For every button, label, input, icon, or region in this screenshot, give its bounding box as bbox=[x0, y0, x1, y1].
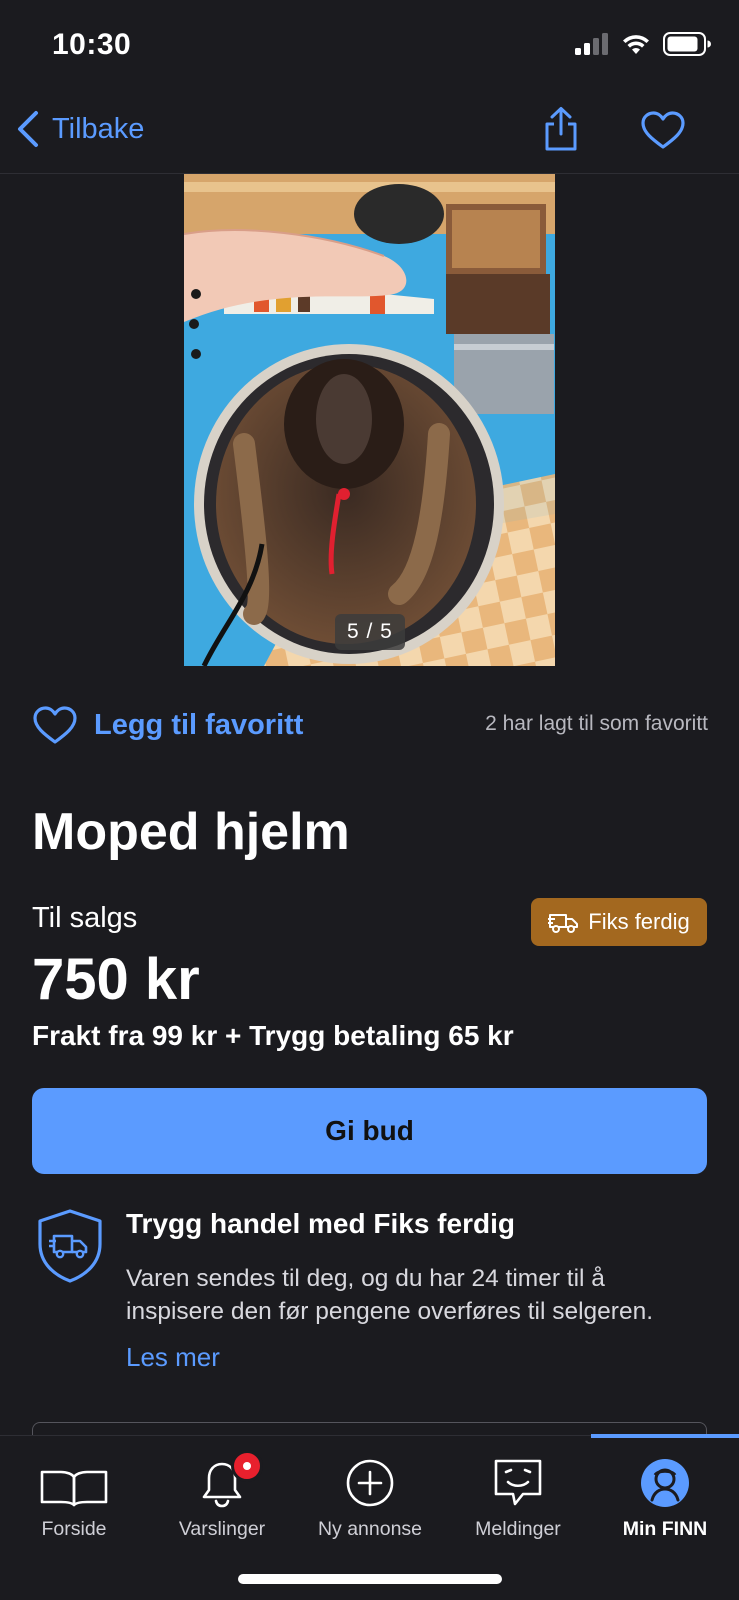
wifi-icon bbox=[623, 35, 649, 54]
fiks-ferdig-label: Fiks ferdig bbox=[588, 909, 690, 934]
status-bar: 10:30 bbox=[0, 0, 739, 92]
shipping-info: Frakt fra 99 kr + Trygg betaling 65 kr bbox=[32, 1020, 514, 1051]
cellular-signal-icon bbox=[575, 33, 608, 55]
share-button[interactable] bbox=[542, 106, 580, 157]
home-indicator bbox=[238, 1574, 502, 1584]
tab-forside[interactable]: Forside bbox=[0, 1436, 148, 1548]
tab-varslinger[interactable]: Varslinger bbox=[148, 1436, 296, 1548]
bell-icon bbox=[201, 1436, 263, 1508]
chevron-left-icon bbox=[18, 111, 38, 147]
tab-min-finn[interactable]: Min FINN bbox=[591, 1436, 739, 1548]
tab-ny-annonse[interactable]: Ny annonse bbox=[296, 1436, 444, 1548]
chat-icon bbox=[493, 1436, 543, 1508]
status-time: 10:30 bbox=[52, 28, 132, 61]
book-icon bbox=[39, 1436, 109, 1508]
heart-icon bbox=[641, 111, 685, 149]
favorite-row: Legg til favoritt 2 har lagt til som fav… bbox=[32, 702, 708, 748]
fiks-ferdig-badge: Fiks ferdig bbox=[531, 898, 707, 946]
tab-label: Varslinger bbox=[178, 1518, 266, 1540]
battery-icon bbox=[663, 32, 711, 56]
add-favorite-button[interactable]: Legg til favoritt bbox=[32, 705, 303, 745]
heart-icon bbox=[33, 706, 77, 744]
listing-title: Moped hjelm bbox=[32, 803, 350, 861]
read-more-link[interactable]: Les mer bbox=[126, 1342, 220, 1373]
tab-label: Meldinger bbox=[475, 1518, 561, 1540]
tab-label: Min FINN bbox=[622, 1518, 708, 1540]
status-icons bbox=[575, 32, 711, 56]
back-label: Tilbake bbox=[52, 112, 145, 145]
sale-label: Til salgs bbox=[32, 902, 138, 934]
photo-gallery[interactable]: 5 / 5 bbox=[184, 174, 555, 666]
safe-trade-title: Trygg handel med Fiks ferdig bbox=[126, 1208, 515, 1239]
add-favorite-label: Legg til favoritt bbox=[94, 708, 304, 741]
tab-meldinger[interactable]: Meldinger bbox=[444, 1436, 592, 1548]
tab-label: Forside bbox=[41, 1518, 107, 1540]
share-icon bbox=[545, 107, 577, 151]
bid-button[interactable]: Gi bud bbox=[32, 1088, 707, 1174]
photo-counter: 5 / 5 bbox=[335, 614, 405, 650]
avatar-icon bbox=[640, 1436, 690, 1508]
price: 750 kr bbox=[32, 947, 200, 1012]
tab-label: Ny annonse bbox=[317, 1518, 423, 1540]
back-button[interactable]: Tilbake bbox=[16, 110, 144, 148]
plus-circle-icon bbox=[345, 1436, 395, 1508]
notification-badge bbox=[231, 1450, 263, 1482]
favorite-count: 2 har lagt til som favoritt bbox=[485, 712, 708, 735]
shield-truck-icon bbox=[36, 1208, 104, 1289]
tab-bar: Forside Varslinger Ny annonse Meldinger … bbox=[0, 1434, 739, 1600]
helmet-photo bbox=[184, 174, 555, 666]
favorite-top-button[interactable] bbox=[640, 110, 686, 155]
nav-bar: Tilbake bbox=[0, 92, 739, 174]
delivery-truck-icon bbox=[548, 914, 579, 933]
safe-trade-description: Varen sendes til deg, og du har 24 timer… bbox=[126, 1265, 654, 1325]
